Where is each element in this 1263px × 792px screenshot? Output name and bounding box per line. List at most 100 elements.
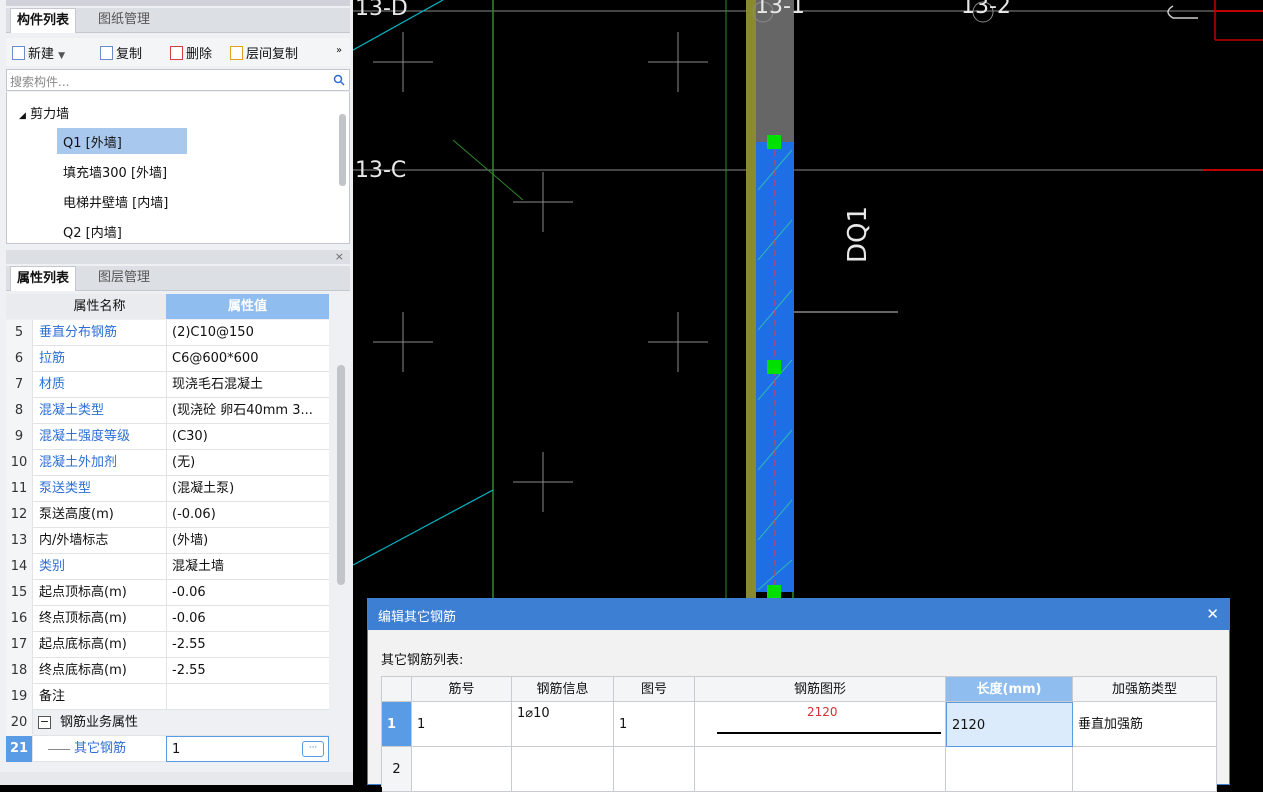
left-panel: 构件列表 图纸管理 新建 ▼ 复制 删除 层间复制 » 搜索构件... ◢ 剪力… bbox=[0, 0, 353, 785]
tree-scrollbar[interactable] bbox=[339, 114, 346, 186]
cell-bar-no[interactable]: 1 bbox=[412, 702, 512, 747]
property-row[interactable]: 8 混凝土类型 (现浇砼 卵石40mm 3... bbox=[6, 398, 329, 424]
property-row-number: 15 bbox=[6, 580, 33, 606]
cell-rebar-shape[interactable] bbox=[695, 747, 946, 792]
property-name: 备注 bbox=[39, 689, 66, 704]
property-row[interactable]: 5 垂直分布钢筋 (2)C10@150 bbox=[6, 320, 329, 346]
close-icon[interactable]: × bbox=[335, 250, 344, 263]
property-scrollbar[interactable] bbox=[337, 365, 345, 585]
property-value[interactable]: 现浇毛石混凝土 bbox=[166, 372, 329, 398]
header-row-num bbox=[382, 677, 412, 702]
collapse-icon[interactable]: − bbox=[38, 716, 51, 729]
property-value[interactable]: (-0.06) bbox=[166, 502, 329, 528]
close-icon[interactable]: ✕ bbox=[1206, 605, 1219, 623]
tree-item[interactable]: 电梯井壁墙 [内墙] bbox=[63, 192, 168, 211]
property-value[interactable]: (2)C10@150 bbox=[166, 320, 329, 346]
cell-length[interactable]: 2120 bbox=[946, 702, 1073, 747]
tab-drawing-management[interactable]: 图纸管理 bbox=[92, 8, 156, 32]
cell-figure-no[interactable] bbox=[614, 747, 695, 792]
property-name: 泵送类型 bbox=[39, 481, 92, 496]
cell-rebar-info[interactable]: 1⌀10 bbox=[512, 702, 614, 747]
property-row-number: 11 bbox=[6, 476, 33, 502]
property-row[interactable]: 13 内/外墙标志 (外墙) bbox=[6, 528, 329, 554]
header-figure-no: 图号 bbox=[614, 677, 695, 702]
new-button[interactable]: 新建 ▼ bbox=[12, 43, 65, 62]
property-row-number: 6 bbox=[6, 346, 33, 372]
cell-reinforce-type[interactable] bbox=[1073, 747, 1217, 792]
search-input[interactable]: 搜索构件... bbox=[6, 69, 350, 91]
row-number[interactable]: 2 bbox=[382, 747, 412, 792]
property-value[interactable]: C6@600*600 bbox=[166, 346, 329, 372]
property-row[interactable]: 17 起点底标高(m) -2.55 bbox=[6, 632, 329, 658]
property-value[interactable]: -0.06 bbox=[166, 606, 329, 632]
property-row[interactable]: 21 其它钢筋 1 ··· bbox=[6, 736, 329, 762]
property-row-number: 16 bbox=[6, 606, 33, 632]
property-name: 其它钢筋 bbox=[74, 741, 127, 756]
property-row[interactable]: 6 拉筋 C6@600*600 bbox=[6, 346, 329, 372]
property-row[interactable]: 12 泵送高度(m) (-0.06) bbox=[6, 502, 329, 528]
new-icon bbox=[12, 46, 25, 60]
cell-bar-no[interactable] bbox=[412, 747, 512, 792]
property-name: 类别 bbox=[39, 559, 66, 574]
property-value[interactable]: 混凝土墙 bbox=[166, 554, 329, 580]
property-row[interactable]: 7 材质 现浇毛石混凝土 bbox=[6, 372, 329, 398]
property-value[interactable]: (外墙) bbox=[166, 528, 329, 554]
cell-length[interactable] bbox=[946, 747, 1073, 792]
property-row-number: 21 bbox=[6, 736, 33, 762]
tree-item[interactable]: 填充墙300 [外墙] bbox=[63, 162, 167, 181]
property-value[interactable]: (C30) bbox=[166, 424, 329, 450]
property-name: 混凝土类型 bbox=[39, 403, 105, 418]
property-row[interactable]: 16 终点顶标高(m) -0.06 bbox=[6, 606, 329, 632]
property-row[interactable]: 14 类别 混凝土墙 bbox=[6, 554, 329, 580]
tree-item[interactable]: Q2 [内墙] bbox=[63, 222, 122, 241]
more-icon[interactable]: » bbox=[336, 45, 342, 56]
tree-category-shear-wall[interactable]: ◢ 剪力墙 bbox=[19, 103, 69, 122]
property-row[interactable]: 11 泵送类型 (混凝土泵) bbox=[6, 476, 329, 502]
tree-item[interactable]: Q1 [外墙] bbox=[57, 128, 187, 154]
cell-reinforce-type[interactable]: 垂直加强筋 bbox=[1073, 702, 1217, 747]
tab-layer-management[interactable]: 图层管理 bbox=[92, 266, 156, 290]
rebar-table: 筋号 钢筋信息 图号 钢筋图形 长度(mm) 加强筋类型 1 1 1⌀10 1 … bbox=[381, 676, 1217, 792]
header-bar-no: 筋号 bbox=[412, 677, 512, 702]
cell-rebar-shape[interactable]: 2120 bbox=[695, 702, 946, 747]
dropdown-arrow-icon: ▼ bbox=[58, 51, 66, 61]
property-row-number: 12 bbox=[6, 502, 33, 528]
property-value[interactable]: (现浇砼 卵石40mm 3... bbox=[166, 398, 329, 424]
tab-property-list[interactable]: 属性列表 bbox=[10, 266, 77, 291]
property-name: 终点顶标高(m) bbox=[39, 611, 127, 626]
property-row[interactable]: 9 混凝土强度等级 (C30) bbox=[6, 424, 329, 450]
row-number[interactable]: 1 bbox=[382, 702, 412, 747]
dialog-title: 编辑其它钢筋 bbox=[378, 610, 457, 625]
component-tabbar: 构件列表 图纸管理 bbox=[6, 8, 350, 33]
component-tree: ◢ 剪力墙 Q1 [外墙] 填充墙300 [外墙] 电梯井壁墙 [内墙] Q2 … bbox=[6, 92, 350, 244]
property-name: 拉筋 bbox=[39, 351, 66, 366]
ellipsis-button[interactable]: ··· bbox=[302, 741, 324, 757]
property-value[interactable]: (混凝土泵) bbox=[166, 476, 329, 502]
property-value[interactable] bbox=[166, 710, 329, 736]
cell-figure-no[interactable]: 1 bbox=[614, 702, 695, 747]
property-value[interactable]: (无) bbox=[166, 450, 329, 476]
property-row[interactable]: 10 混凝土外加剂 (无) bbox=[6, 450, 329, 476]
panel-header-strip bbox=[6, 0, 350, 6]
header-length: 长度(mm) bbox=[946, 677, 1073, 702]
delete-button[interactable]: 删除 bbox=[170, 43, 212, 62]
property-name: 材质 bbox=[39, 377, 66, 392]
copy-button[interactable]: 复制 bbox=[100, 43, 142, 62]
axis-label-13-c: 13-C bbox=[355, 158, 407, 183]
header-property-value: 属性值 bbox=[166, 294, 329, 319]
property-row[interactable]: 20− 钢筋业务属性 bbox=[6, 710, 329, 736]
panel-splitter[interactable]: × bbox=[6, 250, 350, 264]
property-value[interactable]: -2.55 bbox=[166, 632, 329, 658]
cell-rebar-info[interactable] bbox=[512, 747, 614, 792]
property-value[interactable]: -0.06 bbox=[166, 580, 329, 606]
property-value[interactable]: -2.55 bbox=[166, 658, 329, 684]
property-row[interactable]: 19 备注 bbox=[6, 684, 329, 710]
collapse-arrow-icon: ◢ bbox=[19, 111, 26, 121]
tab-component-list[interactable]: 构件列表 bbox=[10, 8, 77, 33]
layer-copy-icon bbox=[230, 46, 243, 60]
property-value[interactable] bbox=[166, 684, 329, 710]
search-icon[interactable] bbox=[333, 74, 345, 86]
layer-copy-button[interactable]: 层间复制 bbox=[230, 43, 298, 62]
property-row[interactable]: 18 终点底标高(m) -2.55 bbox=[6, 658, 329, 684]
property-row[interactable]: 15 起点顶标高(m) -0.06 bbox=[6, 580, 329, 606]
